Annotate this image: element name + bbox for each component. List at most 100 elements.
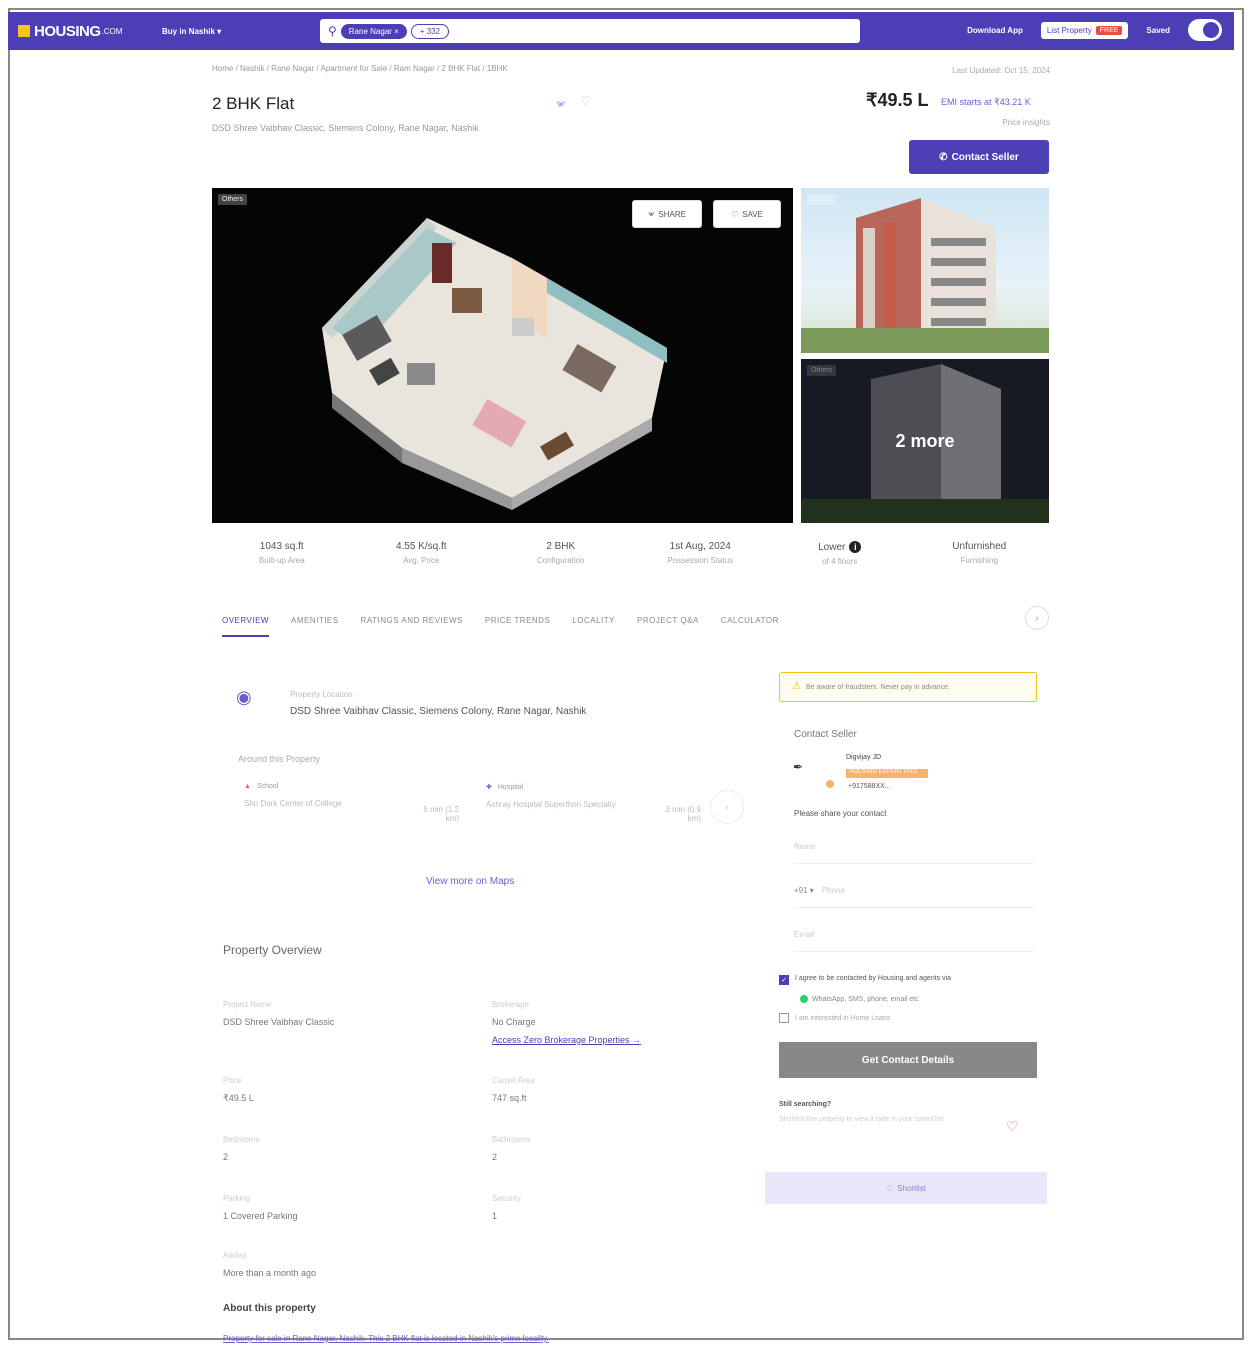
- overview-item: Price ₹49.5 L: [223, 1076, 473, 1104]
- gallery-main-image[interactable]: Others ⩖ SHARE ♡ SAVE: [212, 188, 793, 523]
- contact-seller-button[interactable]: ✆ Contact Seller: [909, 140, 1049, 174]
- tab-calculator[interactable]: CALCULATOR: [721, 616, 779, 637]
- poi-name: Sho Dark Center of College: [244, 799, 342, 808]
- info-icon[interactable]: i: [849, 541, 862, 553]
- heart-icon: ♡: [885, 1183, 894, 1193]
- contact-seller-label: Contact Seller: [951, 151, 1019, 163]
- still-searching-text: Shortlist this property to view it later…: [779, 1116, 944, 1123]
- profile-avatar[interactable]: [1188, 19, 1222, 41]
- tab-price-trends[interactable]: PRICE TRENDS: [485, 616, 550, 637]
- whatsapp-text: WhatsApp, SMS, phone, email etc: [812, 995, 919, 1003]
- around-heading: Around this Property: [238, 754, 321, 764]
- overview-item: Parking 1 Covered Parking: [223, 1194, 473, 1221]
- overview-item: Bathrooms 2: [492, 1135, 742, 1162]
- stat-label: Possession Status: [667, 556, 734, 565]
- contact-seller-heading: Contact Seller: [794, 729, 857, 740]
- breadcrumb[interactable]: Home / Nashik / Rane Nagar / Apartment f…: [212, 64, 508, 73]
- heart-icon[interactable]: ♡: [1006, 1118, 1019, 1135]
- overview-value: 2: [223, 1152, 229, 1162]
- floorplan-render: [322, 218, 667, 510]
- last-updated: Last Updated: Oct 15, 2024: [952, 66, 1050, 75]
- phone-field[interactable]: +91 ▾ Phone: [794, 886, 1034, 908]
- get-contact-details-button[interactable]: Get Contact Details: [779, 1042, 1037, 1078]
- heart-icon: ♡: [731, 209, 739, 219]
- shortlist-button[interactable]: ♡ Shortlist: [765, 1172, 1047, 1204]
- search-locality-chip[interactable]: Rane Nagar ×: [340, 23, 407, 39]
- zero-brokerage-link[interactable]: Access Zero Brokerage Properties →: [492, 1035, 742, 1045]
- tab-locality[interactable]: LOCALITY: [572, 616, 615, 637]
- overview-value: 2: [492, 1152, 498, 1162]
- listing-price: ₹49.5 L: [866, 90, 929, 110]
- gallery-save-button[interactable]: ♡ SAVE: [713, 200, 781, 228]
- overview-item: Brokerage No Charge Access Zero Brokerag…: [492, 1000, 742, 1045]
- tabs-next-arrow[interactable]: ›: [1025, 606, 1049, 630]
- gallery-share-button[interactable]: ⩖ SHARE: [632, 200, 702, 228]
- home-loan-checkbox[interactable]: [779, 1013, 789, 1023]
- seller-avatar: ✒: [793, 760, 804, 774]
- stat-value: Lower: [818, 541, 846, 553]
- list-property-label: List Property: [1046, 25, 1092, 35]
- more-photos-overlay[interactable]: 2 more: [801, 359, 1049, 523]
- warning-icon: ⚠: [792, 681, 801, 692]
- user-icon: [1203, 22, 1219, 38]
- poi-card[interactable]: ✚ Hospital Ashray Hospital Superthon Spec…: [486, 783, 701, 829]
- search-more-chip[interactable]: + 332: [410, 23, 450, 39]
- phone-input[interactable]: Phone: [822, 886, 845, 895]
- key-stats: 1043 sq.ft Built-up Area 4.55 K/sq.ft Av…: [212, 541, 1049, 566]
- seller-badge: HOUSING EXPERT PRO: [846, 769, 928, 778]
- overview-value: ₹49.5 L: [223, 1093, 254, 1103]
- whatsapp-icon: [800, 995, 808, 1003]
- view-maps-link[interactable]: View more on Maps: [426, 876, 514, 887]
- consent-checkbox[interactable]: ✓: [779, 975, 789, 985]
- logo[interactable]: HOUSING .COM: [18, 23, 148, 40]
- overview-item: Security 1: [492, 1194, 742, 1221]
- tab-amenities[interactable]: AMENITIES: [291, 616, 339, 637]
- listing-address: DSD Shree Vaibhav Classic, Siemens Colon…: [212, 123, 479, 133]
- price-insights-link[interactable]: Price insights: [1002, 118, 1050, 127]
- whatsapp-consent: WhatsApp, SMS, phone, email etc: [800, 995, 919, 1003]
- top-navbar: HOUSING .COM Buy in Nashik ▾ ⚲ Rane Naga…: [8, 12, 1234, 50]
- overview-key: Security: [492, 1194, 521, 1203]
- email-field[interactable]: Email: [794, 930, 1034, 952]
- about-text[interactable]: Property for sale in Rane Nagar, Nashik.…: [223, 1334, 549, 1343]
- overview-item: Project Name DSD Shree Vaibhav Classic: [223, 1000, 473, 1027]
- search-bar[interactable]: ⚲ Rane Nagar × + 332: [320, 19, 860, 43]
- shortlist-label: Shortlist: [897, 1183, 927, 1193]
- poi-next-arrow[interactable]: ›: [710, 790, 744, 824]
- saved-button[interactable]: Saved: [1146, 26, 1170, 35]
- gallery-tag: Others: [807, 194, 837, 205]
- tab-overview[interactable]: OVERVIEW: [222, 616, 269, 637]
- share-icon[interactable]: ⩖: [556, 96, 565, 111]
- consent-row[interactable]: ✓ I agree to be contacted by Housing and…: [779, 975, 1049, 985]
- logo-suffix: .COM: [101, 26, 123, 36]
- search-icon: ⚲: [328, 24, 337, 38]
- logo-text: HOUSING: [34, 22, 101, 40]
- school-icon: ▲: [244, 783, 251, 790]
- gallery-more-image[interactable]: Others 2 more: [801, 359, 1049, 523]
- name-field[interactable]: Name: [794, 842, 1034, 864]
- home-loan-row[interactable]: I am interested in Home Loans: [779, 1013, 890, 1023]
- emi-link[interactable]: EMI starts at ₹43.21 K: [941, 97, 1031, 108]
- overview-item: Added More than a month ago: [223, 1251, 473, 1278]
- download-app-button[interactable]: Download App: [967, 26, 1023, 35]
- gallery-building-image[interactable]: Others: [801, 188, 1049, 353]
- overview-item: Bedrooms 2: [223, 1135, 473, 1162]
- location-pin-icon: ◉: [236, 687, 252, 707]
- stat-value-row: Lower i: [770, 541, 910, 553]
- overview-value: More than a month ago: [223, 1268, 317, 1278]
- buy-city-dropdown[interactable]: Buy in Nashik ▾: [162, 27, 302, 36]
- country-code-select[interactable]: +91 ▾: [794, 886, 814, 895]
- heart-icon[interactable]: ♡: [580, 94, 591, 108]
- list-property-button[interactable]: List Property FREE: [1040, 21, 1129, 39]
- poi-card[interactable]: ▲ School Sho Dark Center of College 5 min…: [244, 783, 459, 829]
- poi-distance: 3 min (0.9 km): [665, 805, 701, 823]
- stat-label: Built-up Area: [258, 556, 305, 565]
- stat-item: Unfurnished Furnishing: [910, 541, 1050, 566]
- stat-item: 2 BHK Configuration: [491, 541, 631, 566]
- tab-project-qa[interactable]: PROJECT Q&A: [637, 616, 699, 637]
- overview-key: Bathrooms: [492, 1135, 531, 1144]
- location-address: DSD Shree Vaibhav Classic, Siemens Colon…: [290, 706, 587, 717]
- tab-ratings[interactable]: RATINGS AND REVIEWS: [361, 616, 463, 637]
- overview-key: Parking: [223, 1194, 251, 1203]
- fraud-notice: ⚠ Be aware of fraudsters. Never pay in a…: [779, 672, 1037, 702]
